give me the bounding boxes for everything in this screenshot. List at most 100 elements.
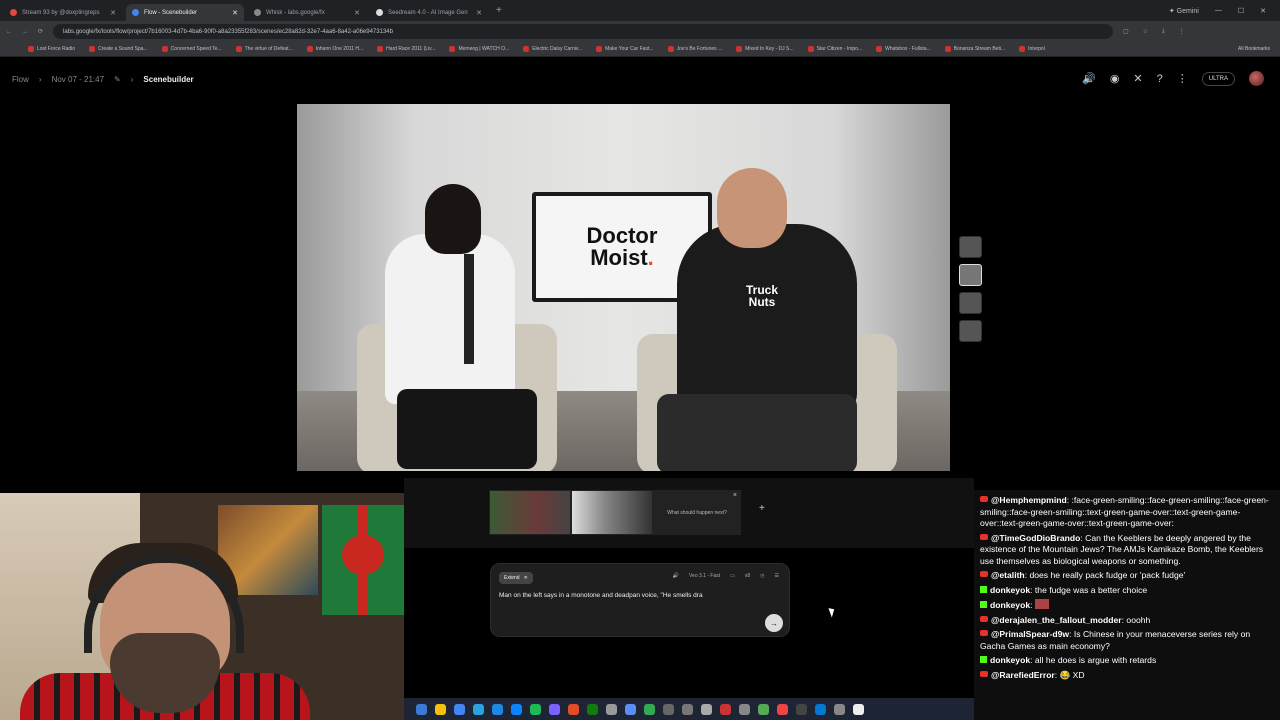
discord-icon[interactable]: ◉ bbox=[1110, 72, 1120, 85]
bookmark-item[interactable]: Mixed In Key - DJ S... bbox=[736, 46, 794, 52]
back-icon[interactable]: ← bbox=[6, 29, 12, 35]
taskbar-app-icon[interactable] bbox=[568, 703, 579, 715]
all-bookmarks-button[interactable]: All Bookmarks bbox=[1238, 46, 1280, 52]
scene-thumb[interactable] bbox=[959, 320, 982, 342]
chat-text: ooohh bbox=[1126, 614, 1151, 625]
tab-flow[interactable]: Flow - Scenebuilder ✕ bbox=[126, 4, 244, 21]
scene-thumb[interactable] bbox=[959, 236, 982, 258]
close-tab-icon[interactable]: ✕ bbox=[232, 9, 238, 17]
history-icon[interactable]: ◷ bbox=[760, 573, 764, 579]
bookmark-item[interactable]: The virtue of Defeat... bbox=[235, 46, 293, 52]
edit-icon[interactable]: ✎ bbox=[114, 75, 121, 84]
gemini-button[interactable]: ✦ Gemini bbox=[1169, 7, 1199, 15]
star-icon[interactable]: ☆ bbox=[1143, 28, 1148, 35]
taskbar-app-icon[interactable] bbox=[682, 703, 693, 715]
breadcrumb-project[interactable]: Nov 07 - 21:47 bbox=[52, 75, 104, 84]
taskbar-app-icon[interactable] bbox=[777, 703, 788, 715]
taskbar-app-icon[interactable] bbox=[644, 703, 655, 715]
taskbar-app-icon[interactable] bbox=[663, 703, 674, 715]
clip-thumbnail[interactable] bbox=[489, 490, 571, 535]
tab-stream[interactable]: Stream 93 by @doxplingreps ✕ bbox=[4, 4, 122, 21]
install-icon[interactable]: ▢ bbox=[1123, 28, 1129, 35]
help-icon[interactable]: ? bbox=[1157, 73, 1163, 85]
bookmark-item[interactable]: Memeog | WATCH O... bbox=[449, 46, 509, 52]
bookmark-item[interactable]: Iohann One 2011 H... bbox=[306, 46, 364, 52]
count-select[interactable]: x8 bbox=[745, 573, 750, 579]
next-prompt-label: What should happen next? bbox=[667, 509, 727, 516]
close-tab-icon[interactable]: ✕ bbox=[354, 9, 360, 17]
taskbar-app-icon[interactable] bbox=[625, 703, 636, 715]
prompt-input[interactable]: Man on the left says in a monotone and d… bbox=[499, 592, 703, 599]
video-preview[interactable]: Doctor Moist. Truck Nuts bbox=[297, 104, 950, 471]
taskbar-app-icon[interactable] bbox=[606, 703, 617, 715]
left-man-head bbox=[425, 184, 481, 254]
bookmark-item[interactable]: Star Citizen - Impo... bbox=[807, 46, 862, 52]
more-icon[interactable]: ⋮ bbox=[1177, 72, 1188, 85]
bookmark-item[interactable]: Interpol bbox=[1019, 46, 1045, 52]
bookmark-item[interactable]: Make Your Car Fast... bbox=[596, 46, 654, 52]
clip-thumbnail[interactable] bbox=[571, 490, 653, 535]
taskbar-app-icon[interactable] bbox=[492, 703, 503, 715]
reload-icon[interactable]: ⟳ bbox=[38, 28, 43, 35]
scene-thumb-active[interactable] bbox=[959, 264, 982, 286]
bookmark-item[interactable]: Create a Sound Spa... bbox=[89, 46, 148, 52]
bookmark-item[interactable]: Hard Race 2011 (Liv... bbox=[377, 46, 435, 52]
speaker-icon[interactable]: 🔊 bbox=[1082, 72, 1096, 85]
maximize-icon[interactable]: ☐ bbox=[1238, 7, 1244, 15]
mode-chip[interactable]: Extend ✕ bbox=[499, 572, 533, 584]
bookmark-item[interactable]: Concerned Speed Te... bbox=[161, 46, 222, 52]
minimize-icon[interactable]: — bbox=[1215, 7, 1222, 14]
bookmark-item[interactable]: Bonanza Stream Beti... bbox=[944, 46, 1005, 52]
bookmark-item[interactable]: Joe's Be Fortunes ... bbox=[667, 46, 722, 52]
send-button[interactable]: → bbox=[765, 614, 783, 632]
new-tab-button[interactable]: + bbox=[496, 5, 502, 16]
window-controls: ✦ Gemini — ☐ ✕ bbox=[1169, 7, 1280, 15]
scene-thumb[interactable] bbox=[959, 292, 982, 314]
add-clip-button[interactable]: + bbox=[759, 503, 765, 514]
taskbar-app-icon[interactable] bbox=[511, 703, 522, 715]
tab-seedream[interactable]: Seedream 4.0 - AI Image Gen ✕ bbox=[370, 4, 488, 21]
taskbar-app-icon[interactable] bbox=[454, 703, 465, 715]
taskbar-app-icon[interactable] bbox=[739, 703, 750, 715]
taskbar-app-icon[interactable] bbox=[720, 703, 731, 715]
model-select[interactable]: Veo 3.1 - Fast bbox=[689, 573, 720, 579]
next-clip-slot[interactable]: What should happen next? × bbox=[653, 490, 741, 535]
taskbar-app-icon[interactable] bbox=[796, 703, 807, 715]
taskbar-app-icon[interactable] bbox=[435, 703, 446, 715]
forward-icon[interactable]: → bbox=[22, 29, 28, 35]
download-icon[interactable]: ⤓ bbox=[1162, 28, 1165, 35]
bookmark-favicon-icon bbox=[306, 46, 313, 52]
close-icon[interactable]: × bbox=[733, 492, 737, 499]
taskbar-app-icon[interactable] bbox=[530, 703, 541, 715]
taskbar-app-icon[interactable] bbox=[549, 703, 560, 715]
bookmark-item[interactable]: Electric Daisy Carniv... bbox=[523, 46, 582, 52]
close-tab-icon[interactable]: ✕ bbox=[110, 9, 116, 17]
menu-icon[interactable]: ⋮ bbox=[1179, 28, 1185, 35]
bookmark-favicon-icon bbox=[1019, 46, 1026, 52]
bookmark-item[interactable]: Whatsbox - Fullsta... bbox=[876, 46, 931, 52]
avatar[interactable] bbox=[1249, 71, 1264, 86]
settings-icon[interactable]: ☰ bbox=[775, 573, 779, 579]
audio-icon[interactable]: 🔊 bbox=[673, 573, 679, 579]
breadcrumb: Flow › Nov 07 - 21:47 ✎ › Scenebuilder bbox=[12, 75, 194, 84]
x-icon[interactable]: ✕ bbox=[1133, 72, 1142, 85]
taskbar-app-icon[interactable] bbox=[758, 703, 769, 715]
bookmark-label: Iohann One 2011 H... bbox=[315, 46, 364, 52]
taskbar-app-icon[interactable] bbox=[473, 703, 484, 715]
taskbar-app-icon[interactable] bbox=[587, 703, 598, 715]
tab-whisk[interactable]: Whisk - labs.google/fx ✕ bbox=[248, 4, 366, 21]
taskbar-app-icon[interactable] bbox=[834, 703, 845, 715]
chevron-right-icon: › bbox=[130, 75, 134, 84]
bookmark-item[interactable]: Lost Force Radio bbox=[28, 46, 75, 52]
taskbar-app-icon[interactable] bbox=[853, 703, 864, 715]
breadcrumb-flow[interactable]: Flow bbox=[12, 75, 29, 84]
taskbar-app-icon[interactable] bbox=[416, 703, 427, 715]
url-field[interactable]: labs.google/fx/tools/flow/project/7b1600… bbox=[53, 24, 1114, 39]
taskbar-app-icon[interactable] bbox=[815, 703, 826, 715]
close-tab-icon[interactable]: ✕ bbox=[476, 9, 482, 17]
close-icon[interactable]: ✕ bbox=[524, 575, 528, 581]
tab-label: Stream 93 by @doxplingreps bbox=[22, 9, 100, 16]
aspect-icon[interactable]: ▭ bbox=[730, 573, 735, 579]
taskbar-app-icon[interactable] bbox=[701, 703, 712, 715]
close-window-icon[interactable]: ✕ bbox=[1260, 7, 1266, 15]
